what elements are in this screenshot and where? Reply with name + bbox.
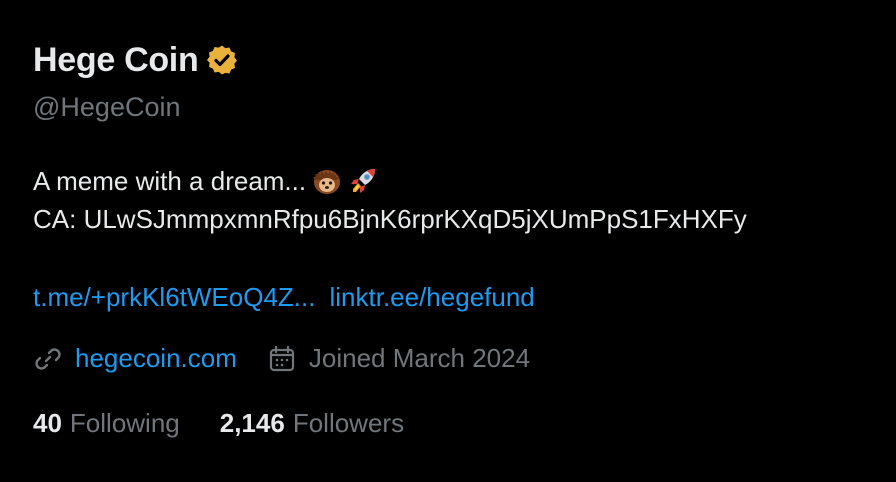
link-icon xyxy=(33,344,63,374)
website-link[interactable]: hegecoin.com xyxy=(75,343,237,374)
rocket-emoji-icon xyxy=(348,166,378,196)
bio-line-2: CA: ULwSJmmpxmnRfpu6BjnK6rprKXqD5jXUmPpS… xyxy=(33,200,747,238)
calendar-icon xyxy=(267,344,297,374)
display-name: Hege Coin xyxy=(33,40,199,79)
following-label: Following xyxy=(69,408,180,438)
following-stat[interactable]: 40 Following xyxy=(33,408,180,439)
followers-label: Followers xyxy=(292,408,405,438)
bio-line-1: A meme with a dream... xyxy=(33,162,747,200)
name-row: Hege Coin xyxy=(33,38,238,82)
follow-stats: 40 Following 2,146 Followers xyxy=(33,408,404,439)
telegram-link[interactable]: t.me/+prkKl6tWEoQ4Z... xyxy=(33,282,315,313)
following-count: 40 xyxy=(33,408,62,438)
followers-count: 2,146 xyxy=(219,408,285,438)
user-handle: @HegeCoin xyxy=(33,92,181,122)
contract-address: CA: ULwSJmmpxmnRfpu6BjnK6rprKXqD5jXUmPpS… xyxy=(33,204,747,234)
linktree-link[interactable]: linktr.ee/hegefund xyxy=(329,282,534,313)
followers-stat[interactable]: 2,146 Followers xyxy=(220,408,404,439)
bio-links: t.me/+prkKl6tWEoQ4Z... linktr.ee/hegefun… xyxy=(33,282,535,313)
bio: A meme with a dream... CA: ULwSJmmpxmnRf… xyxy=(33,162,747,238)
hedgehog-emoji-icon xyxy=(312,166,342,196)
verified-check-icon[interactable] xyxy=(206,44,238,76)
bio-tagline: A meme with a dream... xyxy=(33,166,307,196)
profile-meta: hegecoin.com Joined March 2024 xyxy=(33,343,530,374)
joined-date: Joined March 2024 xyxy=(308,343,531,373)
